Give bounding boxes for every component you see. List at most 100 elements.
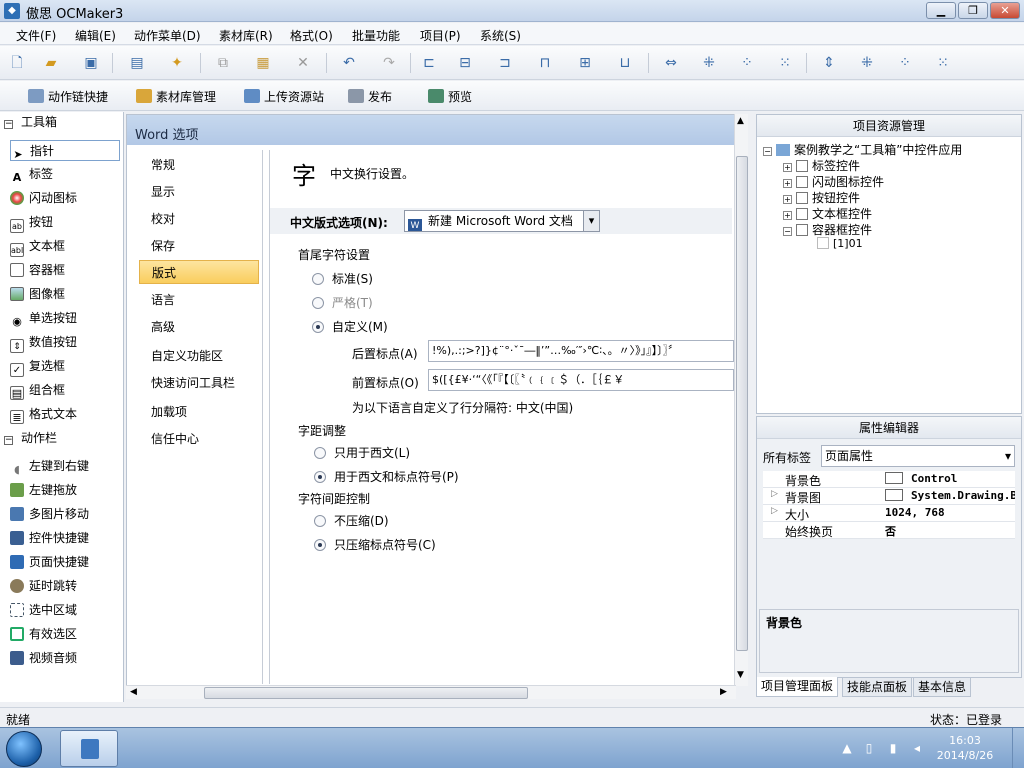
tree-node[interactable]: + 标签控件 [783,157,860,174]
menu-batch[interactable]: 批量功能 [352,27,400,44]
tab-project-panel[interactable]: 项目管理面板 [756,677,839,697]
tool-radio[interactable]: ◉ 单选按钮 [10,308,120,329]
tool-combobox[interactable]: ▤ 组合框 [10,380,120,401]
device-icon[interactable]: ▯ [862,741,876,755]
nav-general[interactable]: 常规 [139,153,259,177]
layout-options-select[interactable]: W 新建 Microsoft Word 文档 ▾ [404,210,600,232]
radio-no-compress[interactable]: 不压缩(D) [314,512,389,529]
align-middle-icon[interactable]: ⊞ [576,54,594,72]
radio-standard[interactable]: 标准(S) [312,270,373,287]
horizontal-equal-icon[interactable]: ⁜ [700,54,718,72]
preview-button[interactable]: 预览 [428,88,472,105]
nav-save[interactable]: 保存 [139,234,259,258]
radio-custom[interactable]: 自定义(M) [312,318,388,335]
menu-project[interactable]: 项目(P) [420,27,461,44]
library-manage-button[interactable]: 素材库管理 [136,88,216,105]
action-multi-image[interactable]: 多图片移动 [10,504,120,525]
action-page-hotkey[interactable]: 页面快捷键 [10,552,120,573]
prop-row[interactable]: 背景色 Control [763,471,1015,488]
align-left-icon[interactable]: ⊏ [420,54,438,72]
nav-customize-ribbon[interactable]: 自定义功能区 [139,344,259,368]
tree-node[interactable]: + 文本框控件 [783,205,872,222]
nav-advanced[interactable]: 高级 [139,315,259,339]
align-bottom-icon[interactable]: ⊔ [616,54,634,72]
redo-icon[interactable]: ↷ [380,54,398,72]
radio-western-punct[interactable]: 用于西文和标点符号(P) [314,468,459,485]
tree-node[interactable]: − 容器框控件 [783,221,872,238]
menu-file[interactable]: 文件(F) [16,27,56,44]
expand-icon[interactable]: + [783,211,792,220]
expand-arrow-icon[interactable]: ▷ [771,489,778,499]
tool-checkbox[interactable]: ✓ 复选框 [10,356,120,377]
action-video-audio[interactable]: 视频音频 [10,648,120,669]
expand-icon[interactable]: + [783,179,792,188]
nav-trust-center[interactable]: 信任中心 [139,427,259,451]
upload-button[interactable]: 上传资源站 [244,88,324,105]
expand-arrow-icon[interactable]: ▷ [771,506,778,516]
tool-numeric[interactable]: ⇕ 数值按钮 [10,332,120,353]
save-icon[interactable]: ▣ [82,54,100,72]
lead-punct-input[interactable]: $([{£¥·‘“〈《「『【〔〖〝﹙﹛﹝＄（．［｛￡￥ [428,369,734,391]
scroll-down-icon[interactable]: ▼ [737,670,744,680]
prop-row[interactable]: ▷ 大小 1024, 768 [763,505,1015,522]
volume-icon[interactable]: ◂ [910,741,924,755]
tool-button[interactable]: ab 按钮 [10,212,120,233]
expand-icon[interactable]: + [783,163,792,172]
scroll-up-icon[interactable]: ▲ [737,116,744,126]
horizontal-increase-icon[interactable]: ⁘ [738,54,756,72]
chevron-down-icon[interactable]: ▾ [1005,446,1011,466]
nav-language[interactable]: 语言 [139,288,259,312]
action-bar-header[interactable]: − 动作栏 [0,428,124,448]
action-select-region[interactable]: 选中区域 [10,600,120,621]
vertical-scroll-thumb[interactable] [736,156,748,651]
tab-skill-panel[interactable]: 技能点面板 [842,677,913,697]
horizontal-scrollbar[interactable]: ◀ ▶ [126,685,736,699]
nav-addins[interactable]: 加载项 [139,400,259,424]
tab-basic-info[interactable]: 基本信息 [913,677,972,697]
collapse-icon[interactable]: − [763,147,772,156]
text-icon[interactable]: ▤ [128,54,146,72]
action-valid-region[interactable]: 有效选区 [10,624,120,645]
horizontal-space-icon[interactable]: ⇔ [662,54,680,72]
horizontal-scroll-thumb[interactable] [204,687,528,699]
tool-container[interactable]: 容器框 [10,260,120,281]
tool-label[interactable]: A 标签 [10,164,120,185]
delete-icon[interactable]: ✕ [294,54,312,72]
menu-system[interactable]: 系统(S) [480,27,521,44]
action-chain-button[interactable]: 动作链快捷 [28,88,108,105]
close-button[interactable]: ✕ [990,2,1020,19]
action-control-hotkey[interactable]: 控件快捷键 [10,528,120,549]
collapse-icon[interactable]: − [783,227,792,236]
tool-image[interactable]: 图像框 [10,284,120,305]
show-desktop-button[interactable] [1012,728,1024,768]
tool-flash-icon[interactable]: 闪动图标 [10,188,120,209]
follow-punct-input[interactable]: !%),.:;>?]}¢¨°·ˇˉ―‖’”…‰′″›℃∶、。〃〉》」』】〕〗〞 [428,340,734,362]
menu-library[interactable]: 素材库(R) [219,27,273,44]
tree-node[interactable]: + 按钮控件 [783,189,860,206]
system-clock[interactable]: 16:03 2014/8/26 [930,733,1000,763]
tray-up-arrow-icon[interactable]: ▲ [840,741,854,755]
puzzle-icon[interactable]: ✦ [168,54,186,72]
align-top-icon[interactable]: ⊓ [536,54,554,72]
align-center-icon[interactable]: ⊟ [456,54,474,72]
publish-button[interactable]: 发布 [348,88,392,105]
tree-root[interactable]: − 案例教学之“工具箱”中控件应用 [763,141,962,158]
tree-node[interactable]: + 闪动图标控件 [783,173,884,190]
nav-typography[interactable]: 版式 [139,260,259,284]
vertical-scrollbar[interactable]: ▲ ▼ [734,114,748,686]
paste-icon[interactable]: ▦ [254,54,272,72]
radio-strict[interactable]: 严格(T) [312,294,373,311]
action-left-to-right[interactable]: ◖ 左键到右键 [10,456,120,477]
tool-pointer[interactable]: ➤ 指针 [10,140,120,161]
network-icon[interactable]: ▮ [886,741,900,755]
nav-proofing[interactable]: 校对 [139,207,259,231]
minimize-button[interactable]: ▁ [926,2,956,19]
copy-icon[interactable]: ⧉ [214,54,232,72]
start-button[interactable] [6,731,42,767]
tool-rich-text[interactable]: ≣ 格式文本 [10,404,120,425]
maximize-button[interactable]: ❐ [958,2,988,19]
prop-row[interactable]: 始终换页否 [763,522,1015,539]
open-folder-icon[interactable]: ▰ [42,54,60,72]
vertical-space-icon[interactable]: ⇕ [820,54,838,72]
radio-compress-punct[interactable]: 只压缩标点符号(C) [314,536,436,553]
